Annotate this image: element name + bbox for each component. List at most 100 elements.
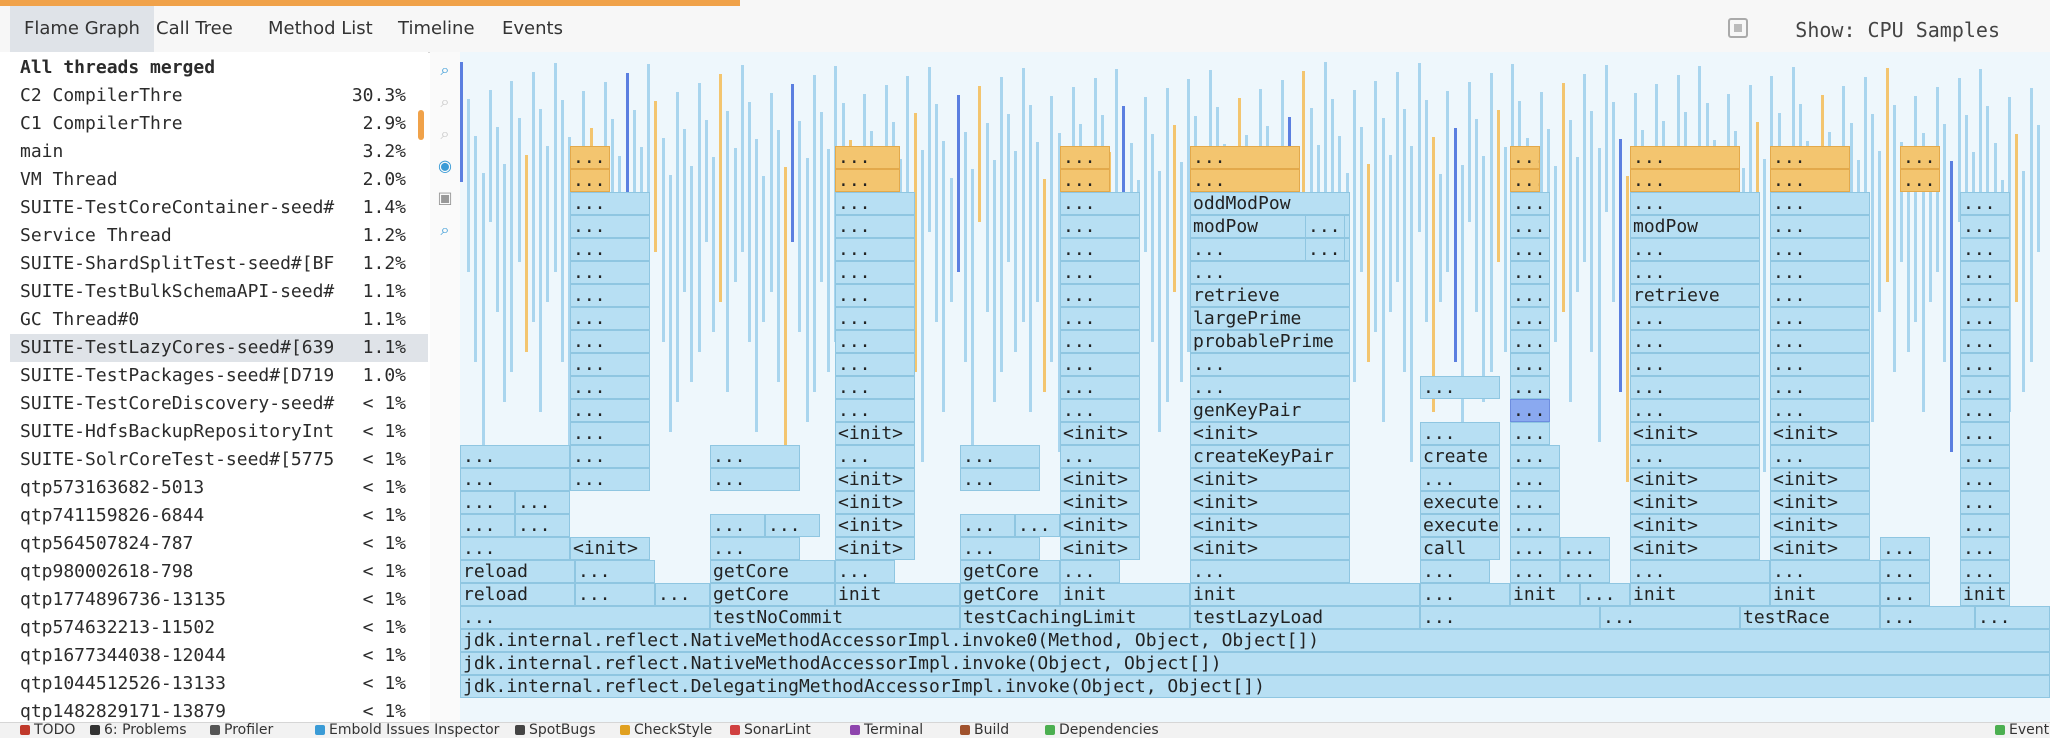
flame-frame[interactable]: ... (570, 215, 650, 238)
search-icon[interactable]: ⌕ (437, 222, 453, 238)
tool-window-6-problems[interactable]: 6: Problems (90, 723, 187, 738)
tool-window-todo[interactable]: TODO (20, 723, 75, 738)
flame-frame[interactable]: ... (575, 583, 655, 606)
flame-frame[interactable]: ... (1510, 353, 1550, 376)
flame-frame[interactable]: ... (1630, 353, 1760, 376)
flame-frame[interactable]: ... (1770, 284, 1870, 307)
flame-frame[interactable]: <init> (1190, 491, 1350, 514)
thread-row[interactable]: qtp741159826-6844 < 1% (10, 502, 428, 530)
flame-frame[interactable]: ... (1770, 445, 1870, 468)
flame-frame[interactable]: <init> (1770, 537, 1870, 560)
flame-frame[interactable]: ... (1900, 146, 1940, 169)
flame-frame[interactable]: ... (1880, 560, 1930, 583)
flame-frame[interactable]: ... (575, 560, 655, 583)
flame-frame[interactable]: <init> (1630, 537, 1760, 560)
flame-frame[interactable]: ... (710, 514, 765, 537)
flame-frame[interactable]: <init> (835, 491, 915, 514)
tool-window-checkstyle[interactable]: CheckStyle (620, 723, 712, 738)
tab-call-tree[interactable]: Call Tree (142, 6, 247, 52)
thread-row[interactable]: qtp1774896736-13135 < 1% (10, 586, 428, 614)
flame-frame[interactable]: <init> (1190, 537, 1350, 560)
flame-frame[interactable]: ... (1060, 445, 1140, 468)
tool-window-event[interactable]: Event (1995, 723, 2049, 738)
flame-frame[interactable]: ... (1190, 146, 1300, 169)
flame-frame[interactable]: ... (1770, 261, 1870, 284)
flame-frame[interactable]: ... (1770, 215, 1870, 238)
flame-frame[interactable]: ... (960, 514, 1015, 537)
tool-window-dependencies[interactable]: Dependencies (1045, 723, 1159, 738)
flame-frame[interactable]: oddModPow (1190, 192, 1350, 215)
flame-frame[interactable]: ... (460, 468, 570, 491)
flame-frame[interactable]: ... (1420, 422, 1500, 445)
flame-frame[interactable]: ... (1960, 560, 2010, 583)
thread-all-merged[interactable]: All threads merged (10, 54, 428, 82)
flame-frame[interactable]: ... (835, 353, 915, 376)
flame-frame[interactable]: ... (1510, 192, 1550, 215)
flame-frame[interactable]: ... (1510, 468, 1560, 491)
flame-frame[interactable]: reload (460, 583, 575, 606)
flame-frame[interactable]: call (1420, 537, 1500, 560)
flame-frame[interactable]: init (1630, 583, 1770, 606)
flame-frame[interactable]: init (1960, 583, 2010, 606)
flame-frame[interactable]: ... (960, 445, 1040, 468)
flame-frame[interactable]: ... (1510, 491, 1560, 514)
flame-frame[interactable]: retrieve (1630, 284, 1760, 307)
flame-frame[interactable]: ... (835, 307, 915, 330)
flame-frame[interactable]: <init> (835, 422, 915, 445)
flame-frame[interactable]: ... (835, 261, 915, 284)
flame-frame[interactable]: ... (1510, 399, 1550, 422)
flame-frame[interactable]: testRace (1740, 606, 1880, 629)
flame-frame[interactable]: probablePrime (1190, 330, 1350, 353)
flame-frame[interactable]: ... (655, 583, 710, 606)
flame-frame[interactable]: <init> (1060, 537, 1140, 560)
thread-row[interactable]: qtp1482829171-13879 < 1% (10, 698, 428, 722)
flame-frame[interactable]: ... (1510, 445, 1560, 468)
thread-row[interactable]: SUITE-ShardSplitTest-seed#[BF 1.2% (10, 250, 428, 278)
flame-frame[interactable]: <init> (835, 468, 915, 491)
flame-frame[interactable]: ... (570, 307, 650, 330)
flame-frame[interactable]: ... (835, 399, 915, 422)
flame-frame[interactable]: ... (1190, 376, 1350, 399)
flame-frame[interactable]: testNoCommit (710, 606, 960, 629)
flame-frame[interactable]: ... (835, 169, 900, 192)
flame-frame[interactable]: ... (570, 422, 650, 445)
flame-frame[interactable]: ... (835, 215, 915, 238)
tool-window-spotbugs[interactable]: SpotBugs (515, 723, 596, 738)
flame-frame[interactable]: ... (570, 169, 610, 192)
flame-frame[interactable]: ... (1960, 353, 2010, 376)
flame-frame[interactable]: <init> (1060, 514, 1140, 537)
flame-frame[interactable]: execute (1420, 491, 1500, 514)
flame-frame[interactable]: ... (570, 192, 650, 215)
flame-frame[interactable]: ... (1060, 238, 1140, 261)
zoom-in-icon[interactable]: ⌕ (437, 62, 453, 78)
flame-frame[interactable]: ... (1960, 491, 2010, 514)
flame-frame[interactable]: ... (1510, 307, 1550, 330)
flame-frame[interactable]: ... (1630, 307, 1760, 330)
flame-frame[interactable]: ... (1630, 399, 1760, 422)
thread-row[interactable]: C1 CompilerThre 2.9% (10, 110, 428, 138)
flame-frame[interactable]: ... (1305, 215, 1345, 238)
flame-frame[interactable]: jdk.internal.reflect.DelegatingMethodAcc… (460, 675, 2050, 698)
flame-frame[interactable]: init (1510, 583, 1580, 606)
flame-frame[interactable]: ... (960, 468, 1040, 491)
thread-row[interactable]: SUITE-SolrCoreTest-seed#[5775 < 1% (10, 446, 428, 474)
thread-row[interactable]: qtp980002618-798 < 1% (10, 558, 428, 586)
flame-frame[interactable]: ... (1060, 376, 1140, 399)
thread-row[interactable]: VM Thread 2.0% (10, 166, 428, 194)
flame-frame[interactable]: ... (1190, 353, 1350, 376)
flame-frame[interactable]: ... (1880, 537, 1930, 560)
thread-row[interactable]: SUITE-TestBulkSchemaAPI-seed# 1.1% (10, 278, 428, 306)
thread-row[interactable]: GC Thread#0 1.1% (10, 306, 428, 334)
flame-frame[interactable]: ... (835, 445, 915, 468)
flame-frame[interactable]: ... (1960, 399, 2010, 422)
flame-frame[interactable]: ... (1190, 560, 1350, 583)
flame-frame[interactable]: <init> (1630, 491, 1760, 514)
thread-row[interactable]: qtp1677344038-12044 < 1% (10, 642, 428, 670)
flame-frame[interactable]: ... (1960, 445, 2010, 468)
flame-frame[interactable]: ... (1770, 330, 1870, 353)
flame-frame[interactable]: ... (1960, 238, 2010, 261)
camera-icon[interactable]: ▣ (437, 190, 453, 206)
flame-frame[interactable]: ... (570, 284, 650, 307)
thread-row[interactable]: SUITE-TestPackages-seed#[D719 1.0% (10, 362, 428, 390)
flame-frame[interactable]: ... (1600, 606, 1740, 629)
